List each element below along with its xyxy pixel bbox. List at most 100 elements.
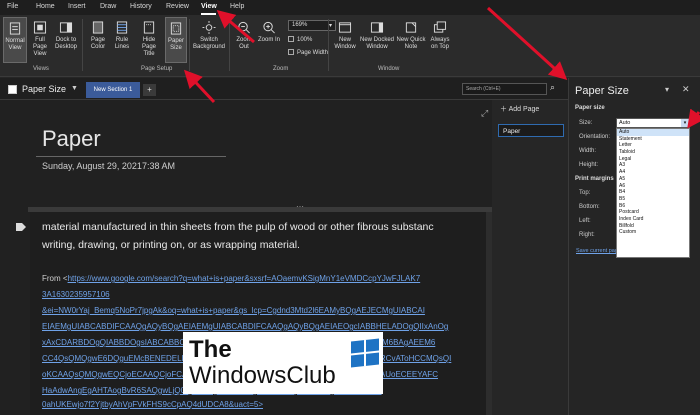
source-link[interactable]: https://www.google.com/search?q=what+is+… xyxy=(68,274,421,283)
width-label: Width: xyxy=(579,148,597,154)
new-docked-window-button[interactable]: New Docked Window xyxy=(359,17,395,63)
title-underline xyxy=(36,156,226,157)
size-option[interactable]: Auto xyxy=(617,129,689,136)
tab-view[interactable]: View xyxy=(201,3,217,10)
new-window-label: New Window xyxy=(334,37,356,50)
search-icon[interactable]: ⌕ xyxy=(550,82,555,93)
tab-file[interactable]: File xyxy=(7,3,18,10)
tab-history[interactable]: History xyxy=(130,3,152,10)
chevron-down-icon[interactable]: ▼ xyxy=(71,85,78,92)
page-list-item[interactable]: Paper xyxy=(498,124,564,137)
full-page-view-button[interactable]: Full Page View xyxy=(28,17,52,63)
size-option[interactable]: Letter xyxy=(617,142,689,149)
size-option[interactable]: Statement xyxy=(617,136,689,143)
chevron-down-icon[interactable]: ▾ xyxy=(681,119,689,127)
chevron-down-icon[interactable]: ▾ xyxy=(665,85,669,94)
note-body-line-1[interactable]: material manufactured in thin sheets fro… xyxy=(42,221,434,233)
height-label: Height: xyxy=(579,162,599,168)
size-option[interactable]: A3 xyxy=(617,162,689,169)
orientation-label: Orientation: xyxy=(579,134,611,140)
menu-bar: File Home Insert Draw History Review Vie… xyxy=(0,0,700,15)
page-date: Sunday, August 29, 2021 xyxy=(42,161,142,171)
switch-background-button[interactable]: Switch Background xyxy=(191,17,227,63)
dock-to-desktop-button[interactable]: Dock to Desktop xyxy=(53,17,79,63)
always-on-top-button[interactable]: Always on Top xyxy=(427,17,453,63)
page-color-button[interactable]: Page Color xyxy=(86,17,110,63)
page-icon xyxy=(9,22,21,35)
size-dropdown-list: Auto Statement Letter Tabloid Legal A3 A… xyxy=(616,128,690,258)
watermark-line-2: WindowsClub xyxy=(189,362,336,389)
source-link-line[interactable]: 0ahUKEwjo7f2YjtbyAhVpFVkFHS9cCpAQ4dUDCA8… xyxy=(42,400,263,409)
zoom-group-label: Zoom xyxy=(273,66,289,72)
size-option[interactable]: A4 xyxy=(617,169,689,176)
vertical-scrollbar[interactable] xyxy=(486,212,492,415)
note-body-line-2[interactable]: writing, drawing, or printing on, or as … xyxy=(42,239,300,251)
page-title[interactable]: Paper xyxy=(42,126,101,152)
zoom-level-value: 169% xyxy=(292,22,308,28)
zoom-out-button[interactable]: Zoom Out xyxy=(232,17,256,63)
tab-review[interactable]: Review xyxy=(166,3,189,10)
size-option[interactable]: A6 xyxy=(617,183,689,190)
dock-icon xyxy=(59,22,73,33)
size-option[interactable]: B5 xyxy=(617,196,689,203)
rule-lines-button[interactable]: Rule Lines xyxy=(111,17,133,63)
notebook-name[interactable]: Paper Size xyxy=(22,84,66,94)
expand-icon[interactable]: ⤢ xyxy=(481,108,488,119)
pane-title: Paper Size xyxy=(575,85,629,97)
page-list-pane: ＋ Add Page Paper xyxy=(494,100,568,415)
size-option[interactable]: Tabloid xyxy=(617,149,689,156)
paper-size-button[interactable]: Paper Size xyxy=(165,17,187,63)
zoom-100-button[interactable]: 100% xyxy=(288,36,312,43)
ribbon: Normal View Full Page View Dock to Deskt… xyxy=(0,15,700,77)
from-label: From < xyxy=(42,274,68,283)
docked-window-icon xyxy=(370,22,384,33)
page-width-button[interactable]: Page Width xyxy=(288,49,328,56)
notebook-icon xyxy=(8,85,17,94)
new-window-button[interactable]: New Window xyxy=(332,17,358,63)
size-option[interactable]: Legal xyxy=(617,156,689,163)
size-option[interactable]: Index Card xyxy=(617,216,689,223)
right-margin-label: Right: xyxy=(579,232,595,238)
page-width-label: Page Width xyxy=(297,50,329,56)
paper-size-icon xyxy=(170,22,182,35)
hide-page-title-label: Hide Page Title xyxy=(141,37,156,57)
search-input[interactable]: Search (Ctrl+E) xyxy=(462,83,547,95)
source-link-line[interactable]: 3A1630235957106 xyxy=(42,290,110,299)
rule-lines-icon xyxy=(116,21,128,34)
tab-home[interactable]: Home xyxy=(36,3,55,10)
size-option[interactable]: Custom xyxy=(617,229,689,236)
add-page-button[interactable]: ＋ Add Page xyxy=(500,104,539,114)
section-tab-new-section-1[interactable]: New Section 1 xyxy=(86,82,140,98)
always-on-top-label: Always on Top xyxy=(430,37,450,50)
drag-handle-icon[interactable]: ⋯ xyxy=(296,202,304,211)
top-margin-label: Top: xyxy=(579,190,591,196)
size-option[interactable]: A5 xyxy=(617,176,689,183)
size-select-value: Auto xyxy=(619,120,631,126)
add-page-label: Add Page xyxy=(508,106,540,113)
source-line[interactable]: From <https://www.google.com/search?q=wh… xyxy=(42,274,420,283)
switch-background-label: Switch Background xyxy=(192,37,226,50)
paper-size-heading: Paper size xyxy=(575,105,605,111)
hide-page-title-button[interactable]: Hide Page Title xyxy=(136,17,162,63)
source-link-line[interactable]: &ei=NW0rYaj_Bemq5NoPr7jpgAk&oq=what+is+p… xyxy=(42,306,425,315)
full-page-icon xyxy=(33,21,47,34)
tab-help[interactable]: Help xyxy=(230,3,244,10)
new-quick-note-button[interactable]: New Quick Note xyxy=(396,17,426,63)
size-select[interactable]: Auto ▾ xyxy=(616,118,690,128)
size-option[interactable]: B4 xyxy=(617,189,689,196)
source-link-line[interactable]: EIAEMgUIABCABDIFCAAQgAQyBQgAEIAEMgUIABCA… xyxy=(42,322,448,331)
left-margin-label: Left: xyxy=(579,218,591,224)
add-section-button[interactable]: + xyxy=(143,84,156,96)
normal-view-button[interactable]: Normal View xyxy=(3,17,27,63)
quick-note-icon xyxy=(405,22,417,33)
tab-draw[interactable]: Draw xyxy=(100,3,116,10)
zoom-out-icon xyxy=(238,21,250,34)
new-quick-note-label: New Quick Note xyxy=(396,37,426,50)
tab-insert[interactable]: Insert xyxy=(68,3,86,10)
close-icon[interactable]: ✕ xyxy=(682,84,690,95)
size-option[interactable]: Postcard xyxy=(617,209,689,216)
size-option[interactable]: Billfold xyxy=(617,223,689,230)
size-option[interactable]: B6 xyxy=(617,203,689,210)
window-group-label: Window xyxy=(378,66,400,72)
zoom-in-button[interactable]: Zoom In xyxy=(258,17,280,63)
